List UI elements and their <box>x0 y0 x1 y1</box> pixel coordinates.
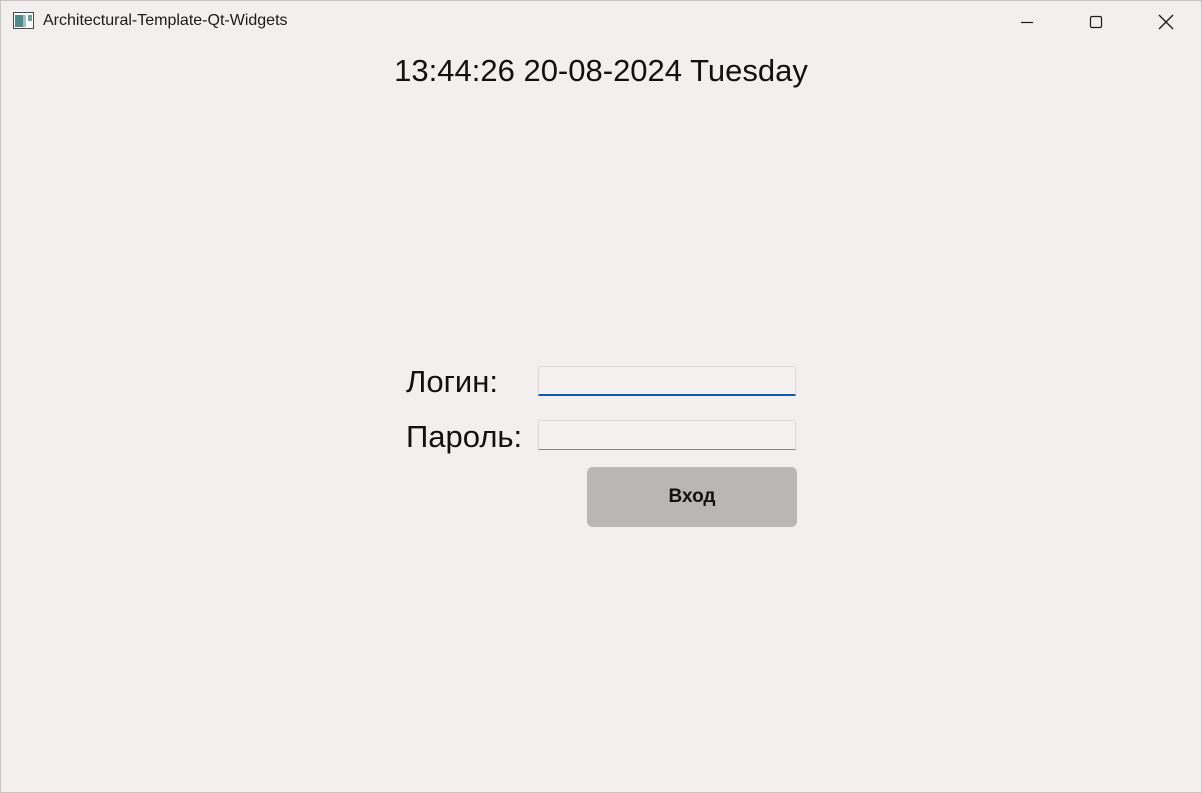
maximize-icon <box>1088 14 1104 30</box>
app-window-icon <box>13 12 34 29</box>
window-title: Architectural-Template-Qt-Widgets <box>43 12 288 29</box>
datetime-display: 13:44:26 20-08-2024 Tuesday <box>394 53 808 88</box>
password-label: Пароль: <box>406 419 523 454</box>
title-bar[interactable]: Architectural-Template-Qt-Widgets <box>1 1 1201 43</box>
password-input[interactable] <box>538 420 796 450</box>
login-input[interactable] <box>538 366 796 396</box>
minimize-button[interactable] <box>992 1 1062 43</box>
app-window: Architectural-Template-Qt-Widgets 13:44:… <box>0 0 1202 793</box>
login-label: Логин: <box>406 364 498 399</box>
minimize-icon <box>1019 14 1035 30</box>
close-button[interactable] <box>1131 1 1201 43</box>
maximize-button[interactable] <box>1061 1 1131 43</box>
login-button[interactable]: Вход <box>587 467 797 527</box>
close-icon <box>1157 13 1175 31</box>
